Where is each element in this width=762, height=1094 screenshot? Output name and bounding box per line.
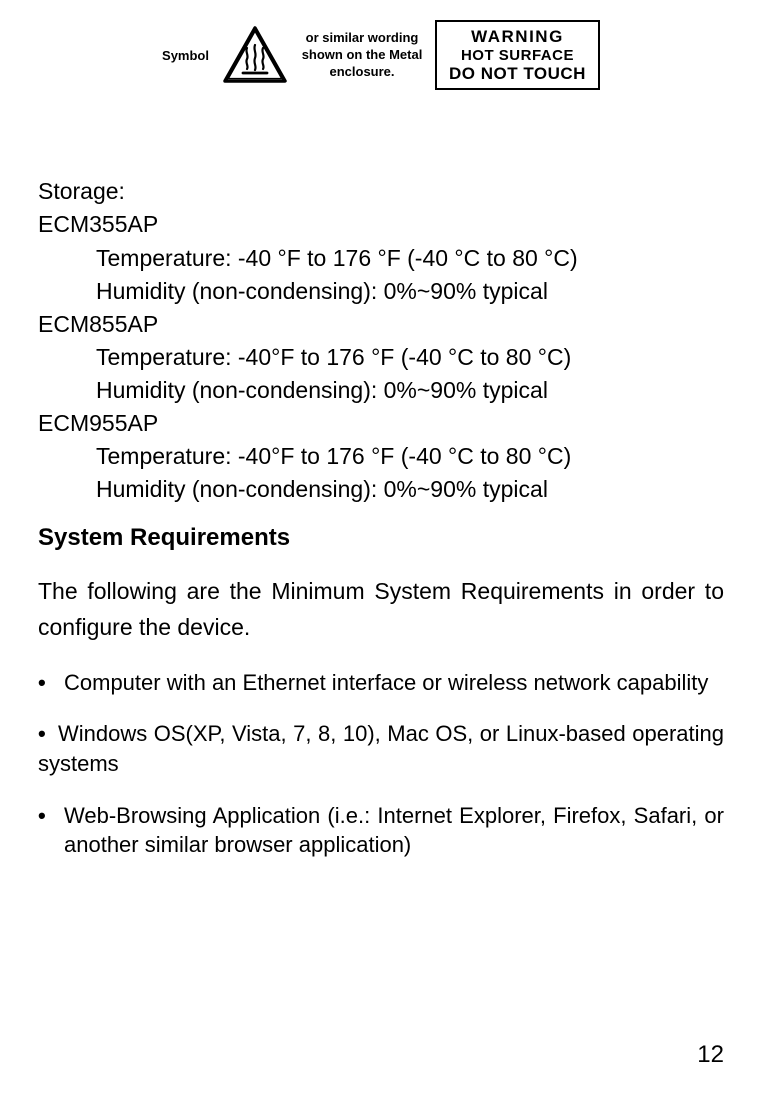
bullet-item: •Windows OS(XP, Vista, 7, 8, 10), Mac OS… [38,719,724,778]
warning-line3: DO NOT TOUCH [449,64,586,84]
system-requirements-heading: System Requirements [38,524,724,552]
bullet-text: Computer with an Ethernet interface or w… [64,668,724,698]
system-requirements-intro: The following are the Minimum System Req… [38,574,724,645]
warning-symbol-row: Symbol or similar wording shown on the M… [38,20,724,90]
humidity-spec: Humidity (non-condensing): 0%~90% typica… [38,473,724,506]
symbol-label: Symbol [162,48,209,63]
bullet-item: • Computer with an Ethernet interface or… [38,668,724,698]
bullet-dot-icon: • [38,801,64,860]
model-name: ECM355AP [38,208,724,241]
bullet-text: Windows OS(XP, Vista, 7, 8, 10), Mac OS,… [38,721,724,776]
humidity-spec: Humidity (non-condensing): 0%~90% typica… [38,374,724,407]
temperature-spec: Temperature: -40°F to 176 °F (-40 °C to … [38,440,724,473]
similar-wording-text: or similar wording shown on the Metal en… [297,30,427,81]
storage-section: Storage: ECM355AP Temperature: -40 °F to… [38,175,724,506]
temperature-spec: Temperature: -40°F to 176 °F (-40 °C to … [38,341,724,374]
page-number: 12 [697,1041,724,1069]
model-name: ECM955AP [38,407,724,440]
bullet-item: • Web-Browsing Application (i.e.: Intern… [38,801,724,860]
storage-heading: Storage: [38,175,724,208]
model-name: ECM855AP [38,308,724,341]
hot-surface-icon [221,25,289,85]
bullet-text: Web-Browsing Application (i.e.: Internet… [64,801,724,860]
temperature-spec: Temperature: -40 °F to 176 °F (-40 °C to… [38,242,724,275]
bullet-dot-icon: • [38,719,58,749]
warning-line2: HOT SURFACE [449,47,586,64]
warning-line1: WARNING [449,27,586,47]
bullet-dot-icon: • [38,668,64,698]
warning-box: WARNING HOT SURFACE DO NOT TOUCH [435,20,600,90]
humidity-spec: Humidity (non-condensing): 0%~90% typica… [38,275,724,308]
